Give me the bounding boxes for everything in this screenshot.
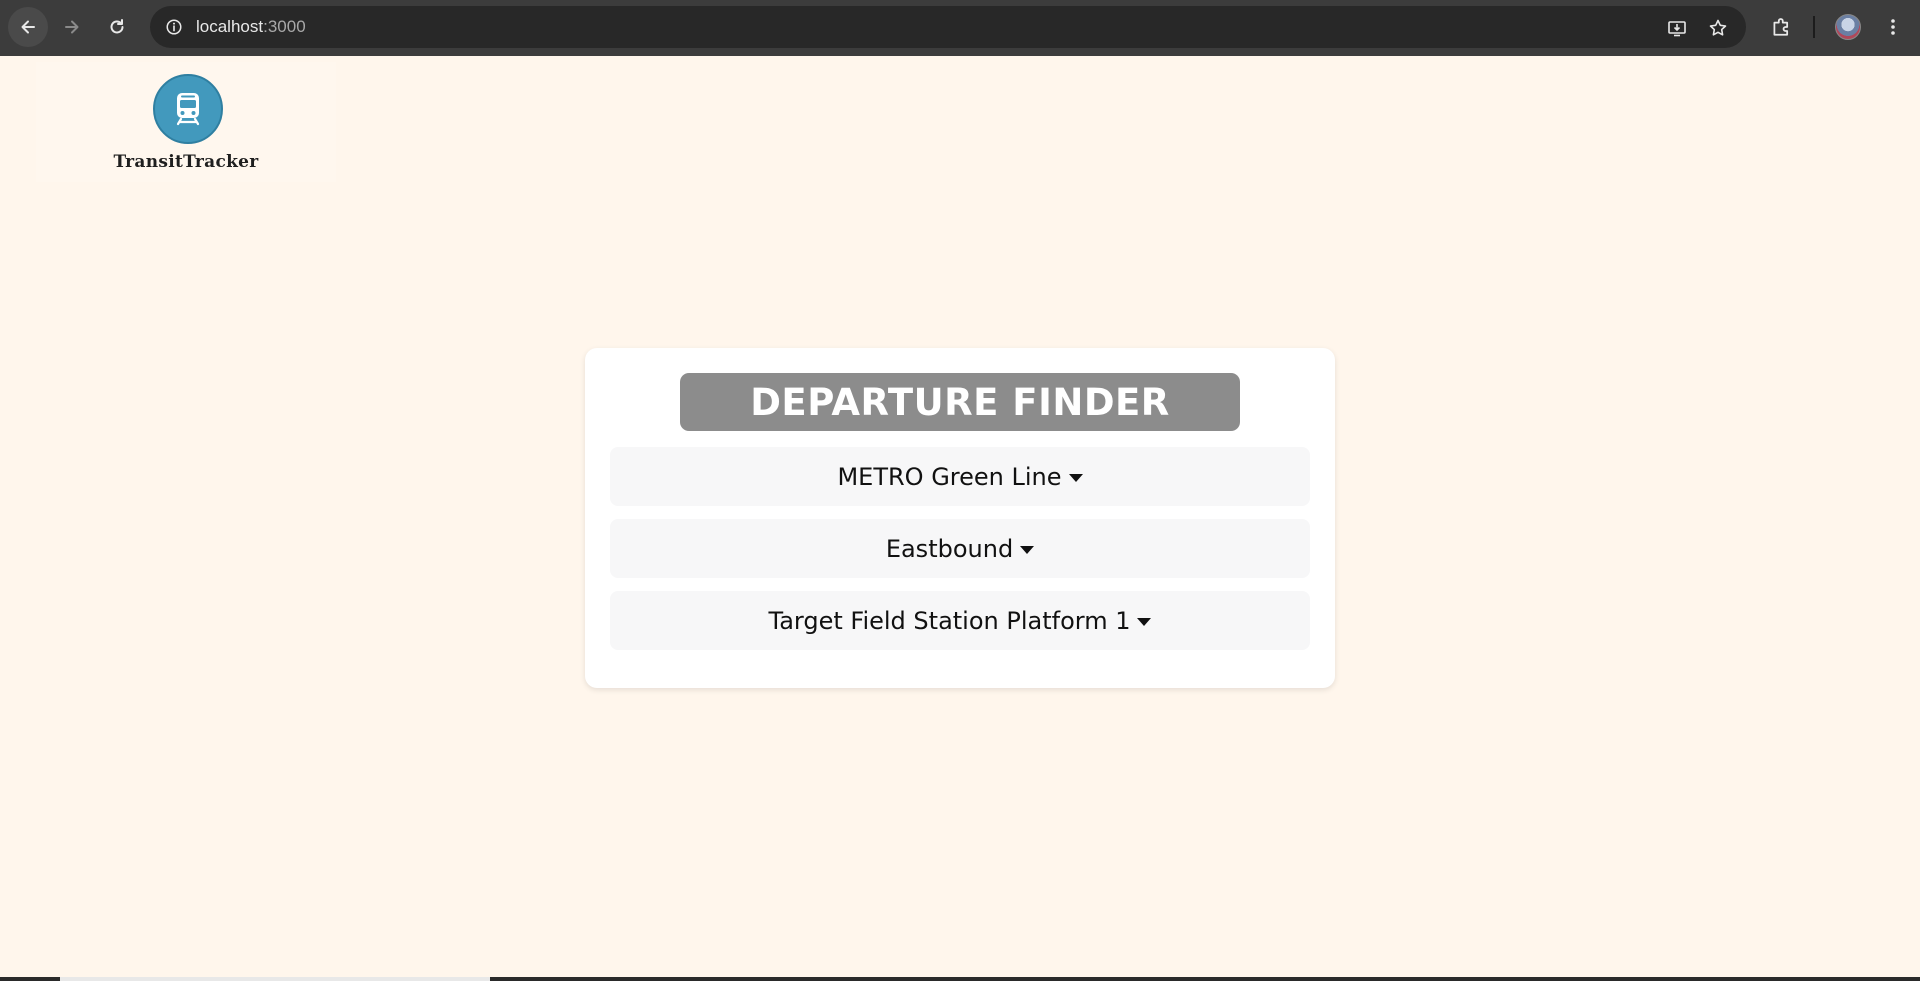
site-info-icon[interactable]: [162, 15, 186, 39]
departure-finder-card: DEPARTURE FINDER METRO Green Line Eastbo…: [585, 348, 1335, 688]
card-title-text: DEPARTURE FINDER: [750, 380, 1170, 424]
toolbar-divider: [1813, 16, 1815, 38]
caret-down-icon: [1020, 546, 1035, 554]
arrow-left-icon: [21, 20, 35, 34]
arrow-right-icon: [65, 20, 79, 34]
install-app-icon[interactable]: [1666, 17, 1688, 39]
train-icon: [153, 74, 223, 144]
route-select[interactable]: METRO Green Line: [610, 447, 1310, 506]
direction-select-label: Eastbound: [885, 534, 1014, 563]
stop-select-label: Target Field Station Platform 1: [768, 606, 1131, 635]
stop-select[interactable]: Target Field Station Platform 1: [610, 591, 1310, 650]
reload-icon: [110, 19, 124, 34]
back-button[interactable]: [8, 7, 48, 47]
reload-button[interactable]: [97, 7, 137, 47]
url-text[interactable]: localhost:3000: [196, 17, 306, 37]
bookmark-star-icon[interactable]: [1707, 17, 1729, 39]
direction-select[interactable]: Eastbound: [610, 519, 1310, 578]
window-bottom-edge: [0, 977, 1920, 981]
caret-down-icon: [1137, 618, 1152, 626]
card-title: DEPARTURE FINDER: [680, 373, 1240, 431]
extensions-icon[interactable]: [1769, 15, 1793, 39]
menu-kebab-icon[interactable]: [1881, 15, 1905, 39]
profile-avatar[interactable]: [1835, 14, 1861, 40]
app-logo[interactable]: TransitTracker: [36, 62, 336, 182]
browser-toolbar: localhost:3000: [0, 0, 1920, 56]
address-bar[interactable]: localhost:3000: [150, 6, 1746, 48]
route-select-label: METRO Green Line: [837, 462, 1062, 491]
scroll-indicator: [60, 977, 490, 981]
forward-button[interactable]: [52, 7, 92, 47]
app-name: TransitTracker: [113, 152, 259, 172]
caret-down-icon: [1068, 474, 1083, 482]
